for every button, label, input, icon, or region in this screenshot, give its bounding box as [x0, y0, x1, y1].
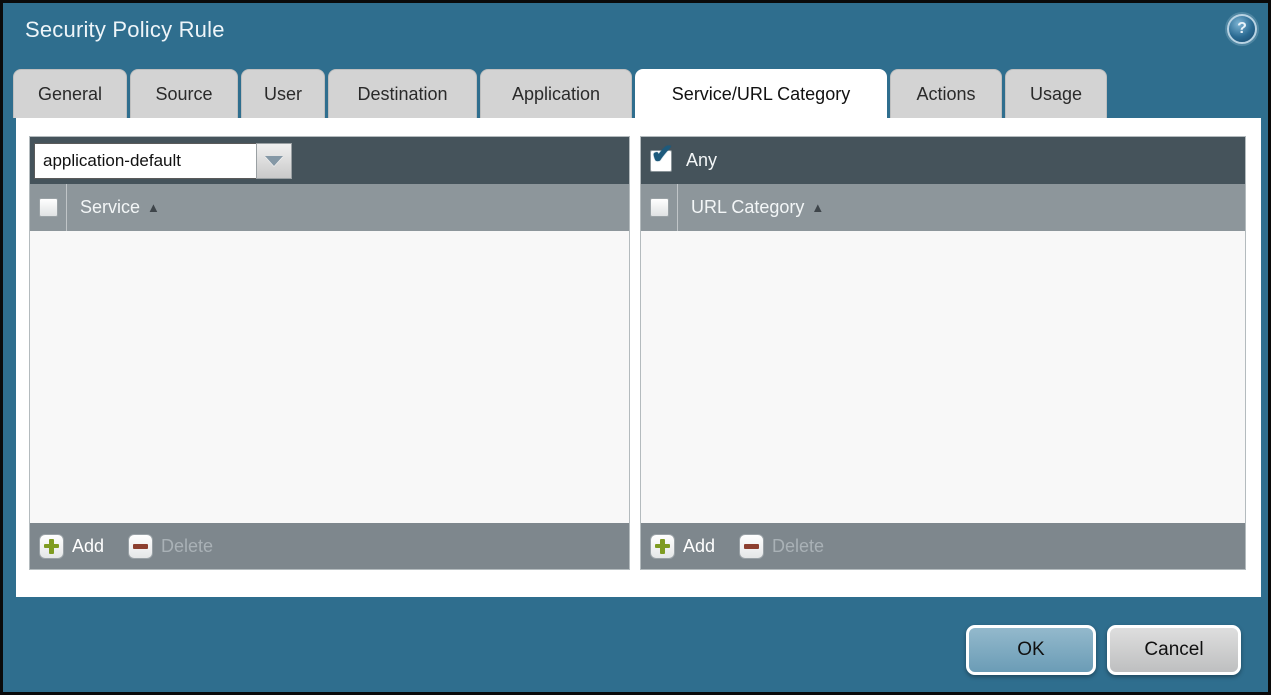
any-checkbox[interactable]: ✔	[650, 139, 674, 172]
service-type-input[interactable]	[34, 142, 256, 179]
service-column-label[interactable]: Service	[80, 197, 140, 218]
url-category-footer: Add Delete	[641, 523, 1245, 569]
service-delete-button[interactable]: Delete	[128, 533, 214, 559]
url-category-add-button[interactable]: Add	[641, 533, 716, 559]
cancel-button[interactable]: Cancel	[1107, 625, 1241, 675]
service-type-dropdown-button[interactable]	[256, 142, 292, 179]
url-category-select-all-checkbox[interactable]	[650, 198, 669, 217]
service-type-dropdown	[34, 142, 292, 179]
any-checkbox-label[interactable]: Any	[686, 150, 717, 171]
help-question-glyph: ?	[1237, 20, 1247, 37]
tab-service-url-category[interactable]: Service/URL Category	[635, 69, 887, 118]
service-panel: Service ▲ Add Delete	[29, 136, 630, 570]
delete-minus-icon	[128, 533, 154, 559]
ok-button[interactable]: OK	[966, 625, 1096, 675]
delete-minus-icon	[739, 533, 765, 559]
tab-user[interactable]: User	[241, 69, 325, 118]
help-icon[interactable]: ?	[1227, 14, 1257, 44]
service-footer: Add Delete	[30, 523, 629, 569]
add-plus-icon	[650, 533, 675, 559]
header-separator	[66, 184, 67, 231]
service-list[interactable]	[30, 231, 629, 523]
url-category-toolbar: ✔ Any	[641, 137, 1245, 184]
tab-actions[interactable]: Actions	[890, 69, 1002, 118]
tab-bar: General Source User Destination Applicat…	[13, 69, 1107, 118]
sort-ascending-icon[interactable]: ▲	[147, 200, 160, 215]
tab-general[interactable]: General	[13, 69, 127, 118]
tab-application[interactable]: Application	[480, 69, 632, 118]
url-category-column-header: URL Category ▲	[641, 184, 1245, 231]
delete-button-label: Delete	[772, 535, 825, 556]
service-toolbar	[30, 137, 629, 184]
delete-button-label: Delete	[161, 535, 214, 556]
add-button-label: Add	[683, 535, 716, 556]
dialog-title: Security Policy Rule	[25, 17, 225, 42]
sort-ascending-icon[interactable]: ▲	[811, 200, 824, 215]
add-plus-icon	[39, 533, 64, 559]
add-button-label: Add	[72, 535, 105, 556]
checkmark-icon: ✔	[651, 138, 674, 169]
service-select-all-checkbox[interactable]	[39, 198, 58, 217]
url-category-column-label[interactable]: URL Category	[691, 197, 804, 218]
header-separator	[677, 184, 678, 231]
chevron-down-icon	[265, 155, 283, 166]
service-column-header: Service ▲	[30, 184, 629, 231]
tab-usage[interactable]: Usage	[1005, 69, 1107, 118]
url-category-panel: ✔ Any URL Category ▲ Add Delete	[640, 136, 1246, 570]
tab-source[interactable]: Source	[130, 69, 238, 118]
url-category-list[interactable]	[641, 231, 1245, 523]
tab-destination[interactable]: Destination	[328, 69, 477, 118]
tab-content-area: Service ▲ Add Delete	[16, 118, 1261, 597]
service-add-button[interactable]: Add	[30, 533, 105, 559]
url-category-delete-button[interactable]: Delete	[739, 533, 825, 559]
security-policy-rule-dialog: Security Policy Rule ? General Source Us…	[0, 0, 1271, 695]
